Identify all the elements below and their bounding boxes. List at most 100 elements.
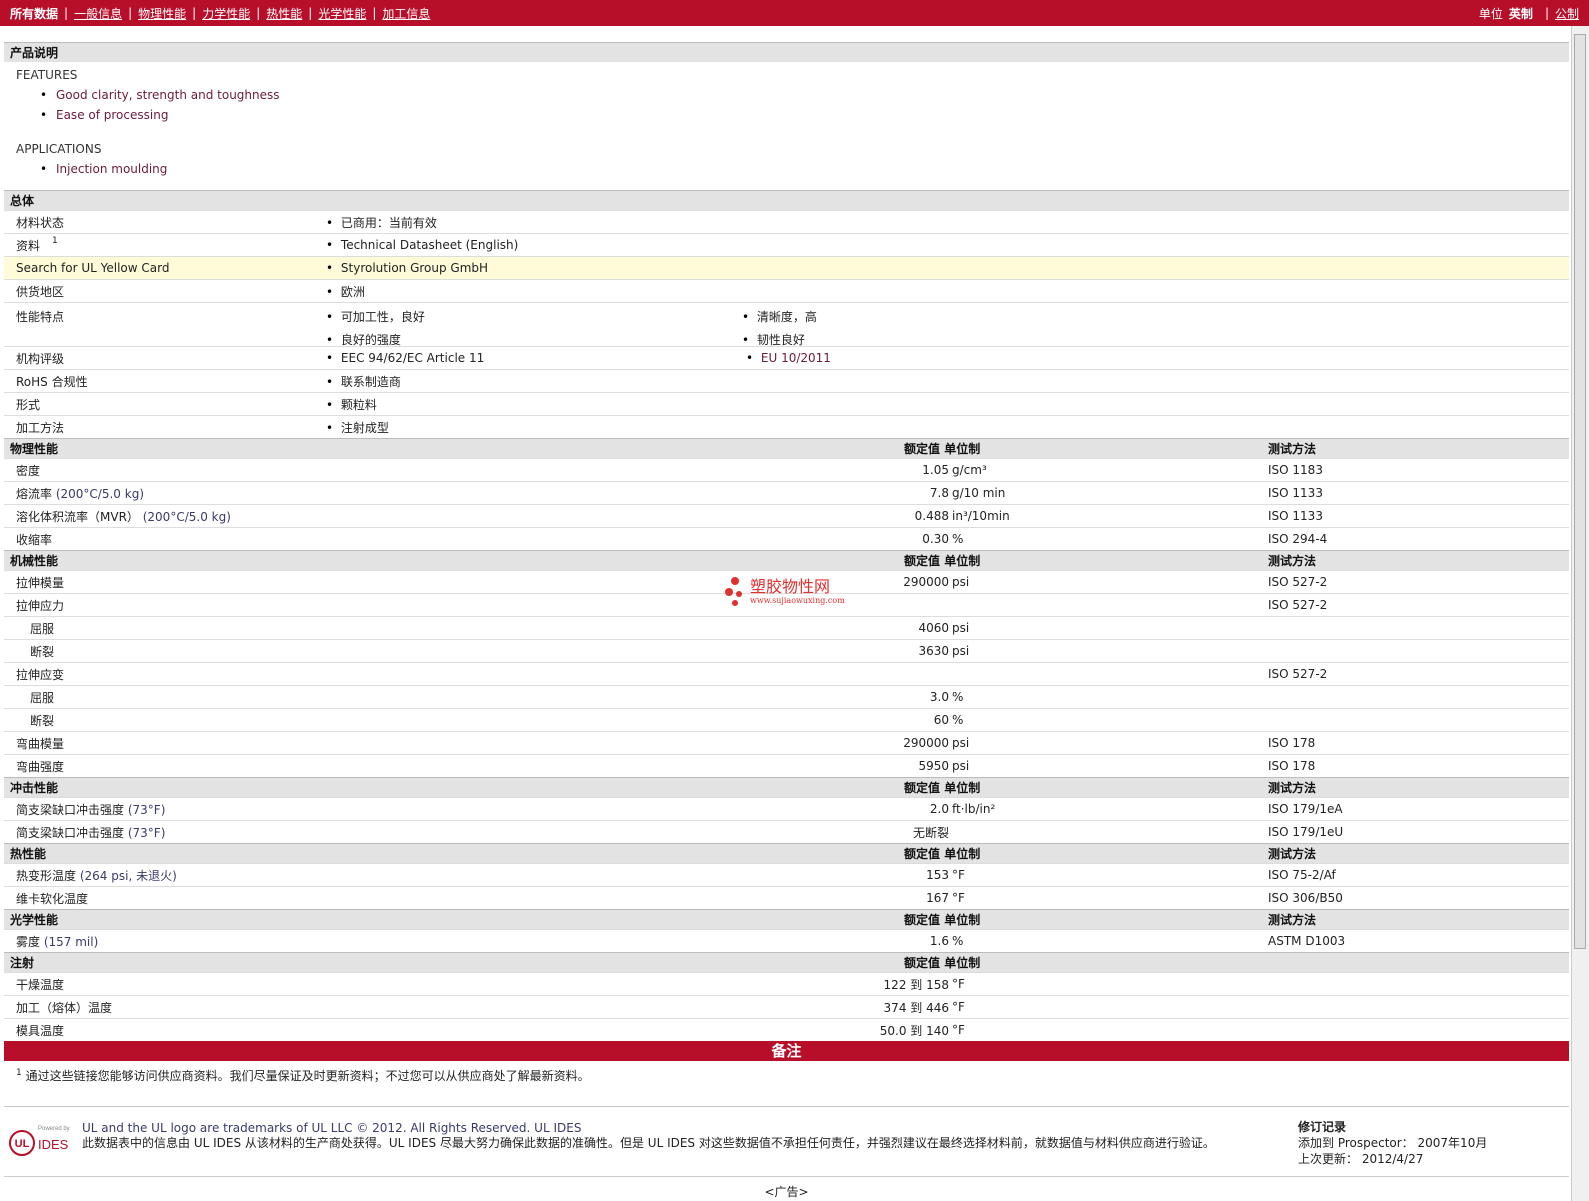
- property-name: 简支梁缺口冲击强度: [16, 802, 125, 817]
- column-header-nominal: 额定值 单位制: [904, 954, 1024, 971]
- general-value: 已商用：当前有效: [326, 214, 437, 231]
- property-name: 维卡软化温度: [16, 891, 89, 906]
- unit-value: %: [952, 690, 964, 704]
- nav-divider: |: [64, 6, 69, 20]
- applications-caption: APPLICATIONS: [16, 142, 102, 156]
- property-name: 屈服: [30, 690, 55, 705]
- nominal-value: 153: [926, 868, 949, 882]
- nav-3[interactable]: 力学性能: [202, 5, 250, 22]
- general-value[interactable]: Styrolution Group GmbH: [326, 261, 488, 275]
- nominal-value: 2.0: [929, 802, 949, 816]
- column-header-nominal: 额定值 单位制: [904, 779, 1024, 796]
- nominal-header: 额定值: [904, 956, 941, 970]
- section-title: 总体: [10, 194, 35, 208]
- unit-metric-link[interactable]: 公制: [1555, 5, 1579, 22]
- property-label: 热变形温度 (264 psi, 未退火): [16, 867, 177, 884]
- note-text: 通过这些链接您能够访问供应商资料。我们尽量保证及时更新资料；不过您可以从供应商处…: [25, 1069, 590, 1083]
- test-method: ISO 294-4: [1268, 532, 1328, 546]
- property-row: 弯曲模量 290000 psi ISO 178: [4, 731, 1569, 754]
- nav-6[interactable]: 加工信息: [382, 5, 430, 22]
- nav-0[interactable]: 所有数据: [10, 5, 58, 22]
- nav-4[interactable]: 热性能: [266, 5, 302, 22]
- footnote-sup: 1: [52, 236, 58, 246]
- application-item: Injection moulding: [16, 162, 1557, 182]
- nominal-value: 0.30: [922, 532, 949, 546]
- unit-value: °F: [952, 868, 965, 882]
- property-row: 断裂 3630 psi: [4, 639, 1569, 662]
- nav-1[interactable]: 一般信息: [74, 5, 122, 22]
- top-nav-bar: 所有数据 | 一般信息 | 物理性能 | 力学性能 | 热性能 | 光学性能 | 加工信息 单位 英制 …: [0, 0, 1589, 26]
- nav-5[interactable]: 光学性能: [318, 5, 366, 22]
- property-label: 简支梁缺口冲击强度 (73°F): [16, 824, 165, 841]
- general-label: 材料状态: [16, 215, 65, 230]
- property-row: 收缩率 0.30% ISO 294-4: [4, 527, 1569, 550]
- property-condition: (73°F): [127, 825, 166, 840]
- unit-value: in³/10min: [952, 509, 1010, 523]
- test-method: ISO 306/B50: [1268, 891, 1343, 905]
- nav-2[interactable]: 物理性能: [138, 5, 186, 22]
- datasheet-content: 产品说明 FEATURES Good clarity, strength and…: [4, 42, 1569, 1200]
- column-header-nominal: 额定值 单位制: [904, 845, 1024, 862]
- property-row: 简支梁缺口冲击强度 (73°F) 无断裂 ISO 179/1eU: [4, 820, 1569, 843]
- general-row: 性能特点 可加工性，良好良好的强度 清晰度，高韧性良好: [4, 302, 1569, 347]
- property-name: 弯曲模量: [16, 736, 65, 751]
- ul-ides-logo[interactable]: UL Powered by IDES: [8, 1123, 78, 1157]
- revision-title: 修订记录: [1298, 1120, 1347, 1134]
- feature-item: Ease of processing: [16, 108, 1557, 128]
- general-label: RoHS 合规性: [16, 374, 88, 389]
- property-label: 简支梁缺口冲击强度 (73°F): [16, 801, 165, 818]
- unit-value: °F: [952, 1000, 965, 1014]
- property-name: 拉伸模量: [16, 575, 65, 590]
- notes-body: 1 通过这些链接您能够访问供应商资料。我们尽量保证及时更新资料；不过您可以从供应…: [4, 1061, 1569, 1107]
- property-name: 收缩率: [16, 532, 53, 547]
- ad-placeholder: <广告>: [764, 1185, 809, 1199]
- scrollbar-thumb[interactable]: [1574, 34, 1586, 949]
- unit-header: 单位制: [944, 781, 981, 795]
- nominal-value: 1.6: [929, 934, 949, 948]
- note-sup: 1: [16, 1068, 22, 1078]
- property-name: 密度: [16, 463, 41, 478]
- property-row: 溶化体积流率（MVR） (200°C/5.0 kg) 0.488 in³/10min…: [4, 504, 1569, 527]
- unit-value: psi: [952, 759, 970, 773]
- nav-divider: |: [372, 6, 377, 20]
- section-optical: 光学性能 额定值 单位制 测试方法: [4, 909, 1569, 929]
- general-value: EU 10/2011: [746, 351, 831, 365]
- property-label: 拉伸模量: [16, 574, 64, 591]
- column-header-nominal: 额定值 单位制: [904, 552, 1024, 569]
- column-header-method: 测试方法: [1268, 442, 1317, 456]
- section-mechanical: 机械性能 额定值 单位制 测试方法: [4, 550, 1569, 570]
- notes-header: 备注: [4, 1041, 1569, 1061]
- nominal-header: 额定值: [904, 781, 941, 795]
- property-label: 断裂: [30, 712, 54, 729]
- unit-value: psi: [952, 644, 970, 658]
- yellow-card-link[interactable]: Search for UL Yellow Card: [16, 261, 338, 275]
- property-label: 屈服: [30, 620, 54, 637]
- property-row: 热变形温度 (264 psi, 未退火) 153 °F ISO 75-2/Af: [4, 863, 1569, 886]
- property-row: 维卡软化温度 167 °F ISO 306/B50: [4, 886, 1569, 909]
- property-label: 弯曲模量: [16, 735, 64, 752]
- nominal-value: 290000: [903, 736, 949, 750]
- watermark-dots-icon: [725, 577, 742, 606]
- general-value: EEC 94/62/EC Article 11: [326, 351, 484, 365]
- general-value[interactable]: Technical Datasheet (English): [326, 238, 518, 252]
- property-label: 维卡软化温度: [16, 890, 88, 907]
- property-label: 溶化体积流率（MVR） (200°C/5.0 kg): [16, 508, 231, 525]
- unit-imperial[interactable]: 英制: [1509, 5, 1533, 22]
- general-row: 加工方法 注射成型: [4, 415, 1569, 438]
- footer: UL Powered by IDES UL and the UL logo ar…: [4, 1107, 1569, 1177]
- property-row: 干燥温度 122 到 158 °F: [4, 972, 1569, 995]
- test-method: ISO 179/1eA: [1268, 802, 1343, 816]
- unit-value: °F: [952, 977, 965, 991]
- column-header-method: 测试方法: [1268, 913, 1317, 927]
- property-name: 屈服: [30, 621, 55, 636]
- general-table: 材料状态 已商用：当前有效资料 1 Technical Datasheet (Engl…: [4, 210, 1569, 438]
- property-label: 熔流率 (200°C/5.0 kg): [16, 485, 144, 502]
- unit-value: %: [952, 532, 964, 546]
- logo-powered-text: Powered by: [38, 1126, 70, 1132]
- section-title: 光学性能: [10, 913, 59, 927]
- section-title: 注射: [10, 956, 35, 970]
- general-row: Search for UL Yellow CardStyrolution Gro…: [4, 256, 1569, 279]
- property-label: 弯曲强度: [16, 758, 64, 775]
- nominal-value: 4060: [918, 621, 949, 635]
- added-label: 添加到 Prospector：: [1298, 1136, 1414, 1150]
